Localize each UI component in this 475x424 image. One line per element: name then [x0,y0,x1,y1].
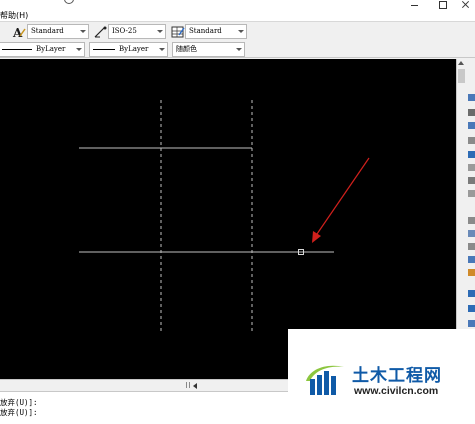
tool-icon-1[interactable] [468,94,475,101]
tool-icon-10[interactable] [468,230,475,237]
building-logo-icon [304,359,348,401]
color-value: 随颜色 [176,45,197,53]
watermark-title: 土木工程网 [352,366,442,386]
text-style-icon[interactable]: A [12,25,26,40]
table-style-icon[interactable] [171,25,185,39]
vertical-scroll-thumb[interactable] [458,69,465,83]
lineweight-value: ByLayer [119,45,149,53]
linetype-sample [2,48,32,50]
dim-style-icon[interactable] [94,25,108,39]
tool-icon-15[interactable] [468,305,475,312]
menu-bar: 帮助(H) [0,0,475,22]
svg-text:A: A [12,26,23,39]
scroll-grip[interactable] [186,382,190,388]
app-icon [64,0,74,4]
tool-icon-11[interactable] [468,243,475,250]
styles-toolbar: A Standard ISO-25 Standard [0,23,475,41]
tool-icon-9[interactable] [468,217,475,224]
dim-style-select[interactable]: ISO-25 [108,24,166,39]
tool-icon-12[interactable] [468,256,475,263]
tool-icon-7[interactable] [468,177,475,184]
site-watermark: 土木工程网 www.civilcn.com [288,329,475,424]
restore-icon[interactable] [436,0,450,10]
tool-icon-2[interactable] [468,109,475,116]
tool-icon-16[interactable] [468,320,475,327]
menu-help[interactable]: 帮助(H) [0,10,28,21]
linetype-value: ByLayer [36,45,66,53]
lineweight-select[interactable]: ByLayer [89,42,168,57]
annotation-arrow [316,157,370,235]
text-style-select[interactable]: Standard [27,24,89,39]
tool-icon-3[interactable] [468,122,475,129]
command-window[interactable]: 放弃(U)]: 放弃(U)]: [0,391,290,424]
watermark-url: www.civilcn.com [354,385,439,397]
tool-icon-4[interactable] [468,137,475,144]
table-style-select[interactable]: Standard [185,24,247,39]
tool-icon-14[interactable] [468,290,475,297]
annotation-arrowhead [312,231,321,243]
tool-icon-8[interactable] [468,190,475,197]
tool-icon-5[interactable] [468,151,475,158]
text-style-value: Standard [31,27,64,35]
tool-icon-6[interactable] [468,164,475,171]
command-history-line: 放弃(U)]: [0,408,38,417]
tool-icon-13[interactable] [468,269,475,276]
minimize-icon[interactable] [408,0,422,10]
scroll-up-icon[interactable] [458,61,464,65]
color-select[interactable]: 随颜色 [172,42,245,57]
dim-style-value: ISO-25 [112,27,137,35]
lineweight-sample [93,48,115,50]
close-icon[interactable] [459,0,473,10]
linetype-select[interactable]: ByLayer [0,42,85,57]
scroll-left-icon[interactable] [193,383,197,389]
properties-toolbar: ByLayer ByLayer 随颜色 [0,41,475,58]
table-style-value: Standard [189,27,222,35]
